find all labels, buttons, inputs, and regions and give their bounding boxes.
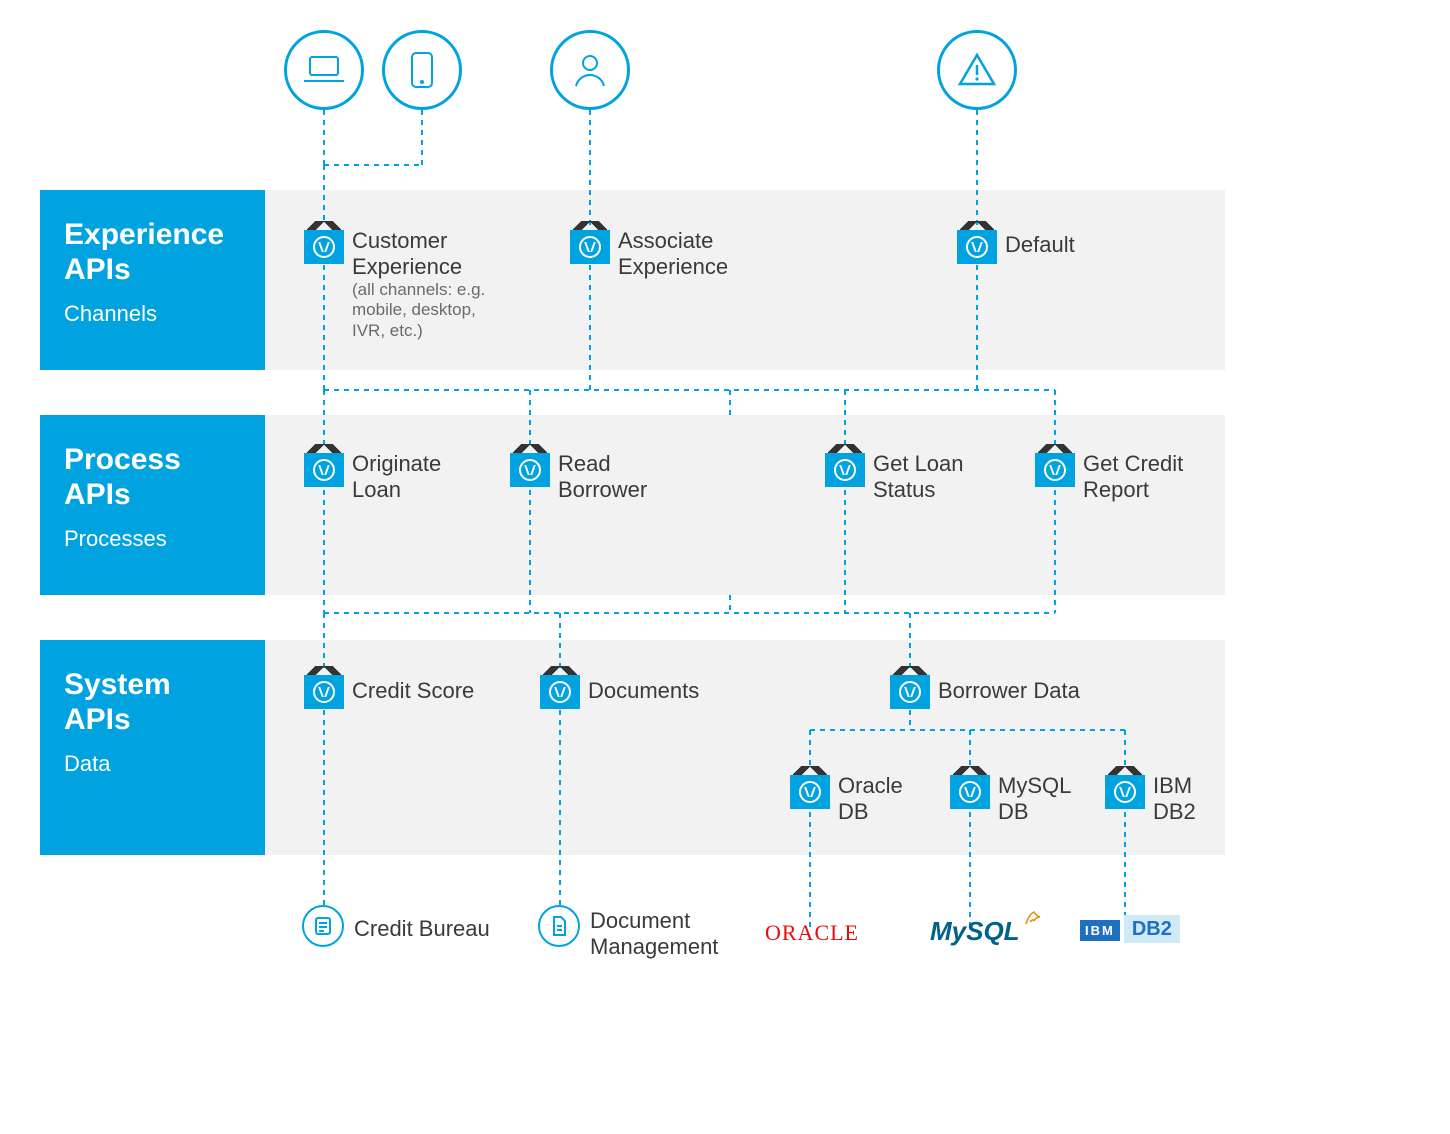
document-management-label: Document Management (590, 908, 730, 961)
ibm-badge: IBM (1080, 920, 1120, 941)
oracle-db-api-icon (790, 775, 830, 809)
mysql-logo: MySQL (930, 916, 1042, 947)
customer-experience-note: (all channels: e.g. mobile, desktop, IVR… (352, 280, 512, 341)
credit-bureau-icon (302, 905, 344, 947)
experience-subtitle: Channels (64, 301, 241, 327)
get-loan-status-api-icon (825, 453, 865, 487)
read-borrower-api-icon (510, 453, 550, 487)
oracle-logo: ORACLE (765, 920, 859, 946)
borrower-data-api-icon (890, 675, 930, 709)
system-layer-label: System APIs Data (40, 640, 265, 855)
credit-bureau-label: Credit Bureau (354, 916, 490, 942)
credit-score-api-icon (304, 675, 344, 709)
credit-score-label: Credit Score (352, 678, 474, 704)
ibm-db2-logo: IBMDB2 (1080, 918, 1180, 941)
oracle-db-label: Oracle DB (838, 773, 908, 826)
system-layer-bg (265, 640, 1225, 855)
ibm-db2-label: IBM DB2 (1153, 773, 1213, 826)
associate-experience-api-icon (570, 230, 610, 264)
person-icon (550, 30, 630, 110)
mobile-icon (382, 30, 462, 110)
alert-icon (937, 30, 1017, 110)
customer-experience-label: Customer Experience (352, 228, 482, 281)
originate-loan-api-icon (304, 453, 344, 487)
db2-badge: DB2 (1124, 915, 1180, 943)
default-api-icon (957, 230, 997, 264)
originate-loan-label: Originate Loan (352, 451, 452, 504)
default-label: Default (1005, 232, 1075, 258)
experience-layer-label: Experience APIs Channels (40, 190, 265, 370)
documents-label: Documents (588, 678, 699, 704)
ibm-db2-api-icon (1105, 775, 1145, 809)
document-management-icon (538, 905, 580, 947)
experience-title: Experience APIs (64, 218, 241, 287)
borrower-data-label: Borrower Data (938, 678, 1080, 704)
system-title: System APIs (64, 668, 241, 737)
get-loan-status-label: Get Loan Status (873, 451, 973, 504)
process-title: Process APIs (64, 443, 241, 512)
get-credit-report-api-icon (1035, 453, 1075, 487)
get-credit-report-label: Get Credit Report (1083, 451, 1193, 504)
documents-api-icon (540, 675, 580, 709)
mysql-db-api-icon (950, 775, 990, 809)
laptop-icon (284, 30, 364, 110)
read-borrower-label: Read Borrower (558, 451, 658, 504)
process-subtitle: Processes (64, 526, 241, 552)
system-subtitle: Data (64, 751, 241, 777)
customer-experience-api-icon (304, 230, 344, 264)
mysql-db-label: MySQL DB (998, 773, 1078, 826)
process-layer-bg (265, 415, 1225, 595)
process-layer-label: Process APIs Processes (40, 415, 265, 595)
associate-experience-label: Associate Experience (618, 228, 748, 281)
